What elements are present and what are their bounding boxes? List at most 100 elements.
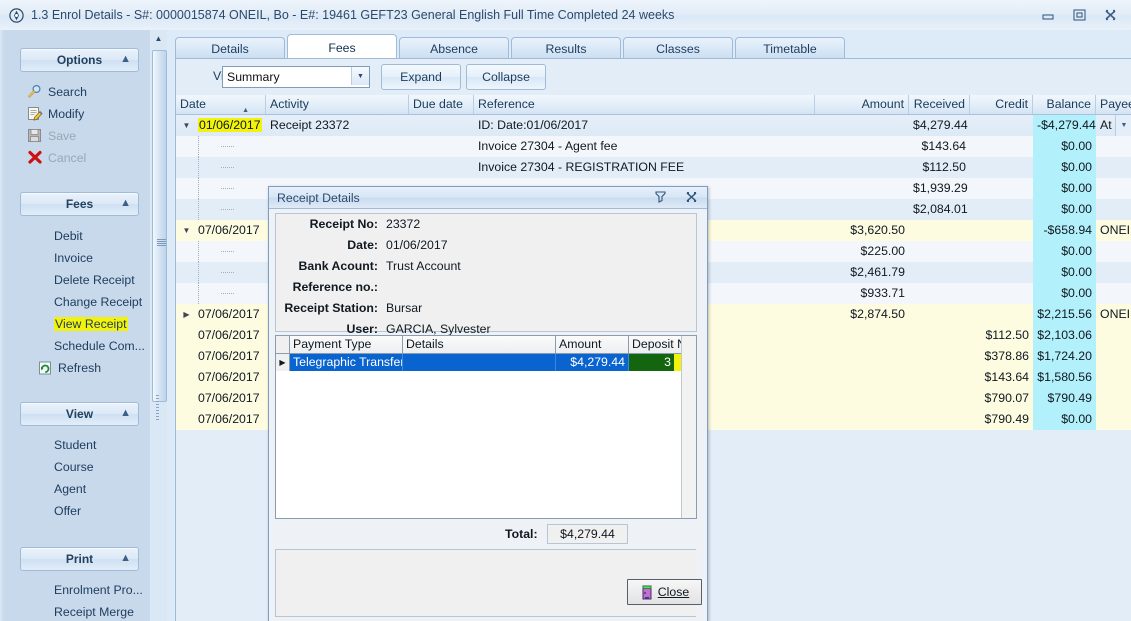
row-indicator-icon: ▶ (276, 354, 290, 371)
splitter-handle[interactable] (156, 395, 159, 421)
sidebar-item-enrolment-pro-label: Enrolment Pro... (54, 583, 143, 597)
view-select[interactable]: Summary ▼ (222, 66, 370, 88)
tab-classes[interactable]: Classes (623, 37, 733, 60)
payments-row[interactable]: ▶ Telegraphic Transfer $4,279.44 3 (276, 354, 696, 371)
window-title: 1.3 Enrol Details - S#: 0000015874 ONEIL… (31, 8, 674, 22)
receipt-field-label: Receipt Station: (276, 298, 378, 319)
table-cell-credit (970, 220, 1033, 241)
payments-grid-scrollbar[interactable] (681, 336, 696, 518)
table-cell-amount (815, 388, 909, 409)
payments-grid: Payment Type Details Amount Deposit No ▶… (275, 335, 697, 519)
column-header-balance[interactable]: Balance (1033, 95, 1096, 114)
column-header-payee[interactable]: Payee (1096, 95, 1131, 114)
sidebar-item-receipt-merge[interactable]: Receipt Merge (54, 602, 134, 621)
column-header-received[interactable]: Received (909, 95, 970, 114)
column-header-due-date[interactable]: Due date (409, 95, 474, 114)
sidebar-item-save[interactable]: Save (26, 126, 76, 145)
table-cell-received (909, 367, 970, 388)
tab-absence[interactable]: Absence (399, 37, 509, 60)
table-cell-received (909, 241, 970, 262)
minimize-icon[interactable] (1040, 8, 1057, 23)
expand-button[interactable]: Expand (381, 64, 461, 90)
table-cell-balance: $0.00 (1033, 199, 1096, 220)
sidebar-item-cancel[interactable]: Cancel (26, 148, 86, 167)
close-icon[interactable] (1102, 8, 1119, 23)
grid-column-chooser-icon[interactable]: ▼ (1115, 115, 1131, 136)
table-cell-received (909, 283, 970, 304)
table-cell-balance: $0.00 (1033, 409, 1096, 430)
table-cell-balance: $1,724.20 (1033, 346, 1096, 367)
chevron-down-icon[interactable]: ▼ (351, 67, 369, 85)
sidebar-item-enrolment-pro[interactable]: Enrolment Pro... (54, 580, 143, 599)
sidebar-item-student[interactable]: Student (54, 435, 96, 454)
tab-fees[interactable]: Fees (287, 34, 397, 60)
table-cell-date (176, 178, 266, 199)
pin-icon[interactable] (653, 189, 668, 204)
collapse-button[interactable]: Collapse (466, 64, 546, 90)
column-header-received-label: Received (914, 97, 965, 111)
close-icon[interactable] (684, 189, 699, 204)
dialog-footer: Total: $4,279.44 Close (275, 523, 695, 615)
sidebar-group-view[interactable]: View ▲ (20, 402, 139, 426)
scroll-up-arrow-icon[interactable]: ▲ (150, 30, 167, 47)
payments-grid-header: Payment Type Details Amount Deposit No (276, 336, 696, 354)
payments-column-payment-type[interactable]: Payment Type (290, 336, 403, 353)
table-cell-payee (1096, 325, 1131, 346)
table-row[interactable]: Invoice 27304 - REGISTRATION FEE$112.50$… (176, 157, 1131, 178)
column-header-date[interactable]: Date ▲ (176, 95, 266, 114)
sidebar-item-invoice[interactable]: Invoice (54, 248, 93, 267)
column-header-activity-label: Activity (270, 97, 309, 111)
tab-timetable-label: Timetable (763, 42, 817, 56)
sidebar-item-refresh[interactable]: Refresh (36, 358, 101, 377)
payments-column-amount-label: Amount (559, 337, 601, 351)
sidebar-scrollbar[interactable]: ▲ (150, 30, 168, 621)
sidebar-group-options-label: Options (57, 53, 102, 67)
table-row[interactable]: Invoice 27304 - Agent fee$143.64$0.00 (176, 136, 1131, 157)
table-cell-credit: $378.86 (970, 346, 1033, 367)
sidebar-item-search-label: Search (48, 85, 87, 99)
table-row[interactable]: ▼01/06/2017Receipt 23372ID: Date:01/06/2… (176, 115, 1131, 136)
close-button[interactable]: Close (627, 579, 702, 605)
table-cell-amount (815, 136, 909, 157)
sidebar-item-schedule-com[interactable]: Schedule Com... (54, 336, 145, 355)
receipt-field-label: Reference no.: (276, 277, 378, 298)
sidebar-item-delete-receipt[interactable]: Delete Receipt (54, 270, 135, 289)
table-cell-received: $2,084.01 (909, 199, 970, 220)
scrollbar-thumb[interactable] (152, 50, 167, 402)
column-header-reference[interactable]: Reference (474, 95, 815, 114)
app-icon (8, 7, 24, 23)
sidebar-item-search[interactable]: Search (26, 82, 87, 101)
tab-details[interactable]: Details (175, 37, 285, 60)
sidebar-item-offer[interactable]: Offer (54, 501, 81, 520)
sidebar-item-change-receipt[interactable]: Change Receipt (54, 292, 142, 311)
table-cell-balance: $0.00 (1033, 178, 1096, 199)
table-cell-credit (970, 241, 1033, 262)
sidebar-item-invoice-label: Invoice (54, 251, 93, 265)
receipt-field-row: Date:01/06/2017 (276, 235, 696, 256)
tab-results[interactable]: Results (511, 37, 621, 60)
sidebar-group-fees[interactable]: Fees ▲ (20, 192, 139, 216)
sidebar-item-agent[interactable]: Agent (54, 479, 86, 498)
table-cell-date (176, 262, 266, 283)
sidebar-item-view-receipt[interactable]: View Receipt (54, 314, 128, 333)
column-header-date-label: Date (180, 97, 206, 111)
payments-column-details-label: Details (406, 337, 444, 351)
sidebar-group-print[interactable]: Print ▲ (20, 547, 139, 571)
table-cell-amount (815, 325, 909, 346)
payments-column-details[interactable]: Details (403, 336, 556, 353)
expand-button-label: Expand (400, 70, 442, 84)
magnifier-icon (26, 84, 44, 100)
column-header-activity[interactable]: Activity (266, 95, 409, 114)
payments-column-amount[interactable]: Amount (556, 336, 629, 353)
table-cell-date: 07/06/2017 (176, 367, 266, 388)
sidebar-group-options[interactable]: Options ▲ (20, 48, 139, 72)
tab-timetable[interactable]: Timetable (735, 37, 845, 60)
restore-icon[interactable] (1071, 8, 1088, 23)
close-door-icon (640, 585, 654, 600)
sidebar-item-modify[interactable]: Modify (26, 104, 84, 123)
sidebar-item-debit[interactable]: Debit (54, 226, 83, 245)
column-header-credit[interactable]: Credit (970, 95, 1033, 114)
column-header-amount[interactable]: Amount (815, 95, 909, 114)
sidebar-item-course[interactable]: Course (54, 457, 94, 476)
table-cell-date (176, 199, 266, 220)
